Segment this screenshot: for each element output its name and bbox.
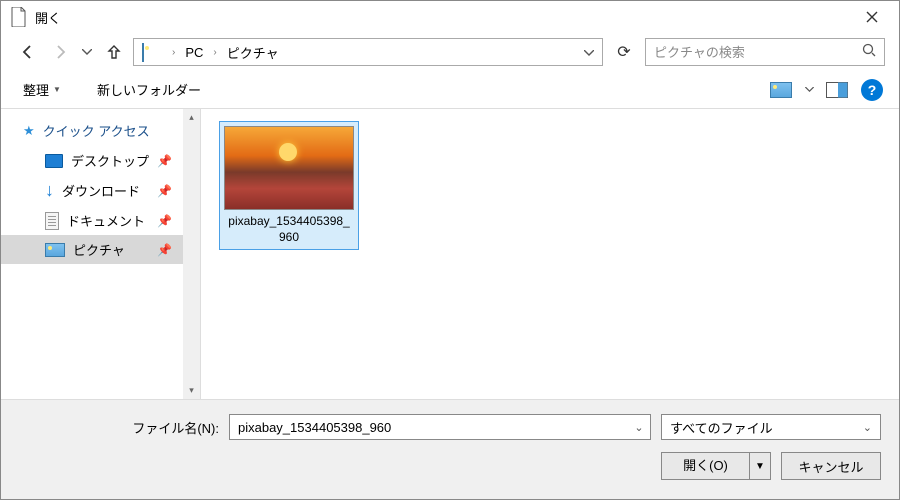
search-box[interactable] [645,38,885,66]
organize-menu[interactable]: 整理 ▼ [17,76,67,103]
pin-icon: 📌 [157,214,172,228]
file-icon [11,7,27,27]
star-icon: ★ [23,123,35,139]
chevron-down-icon: ▼ [53,85,61,94]
file-thumbnail[interactable]: pixabay_1534405398_960 [219,121,359,250]
file-type-filter[interactable]: すべてのファイル ⌄ [661,414,881,440]
close-button[interactable] [849,1,895,33]
sidebar-quick-access[interactable]: ★ クイック アクセス [1,115,200,146]
back-button[interactable] [15,39,41,65]
breadcrumb-pc[interactable]: PC [181,43,207,62]
address-dropdown[interactable] [580,43,598,61]
filename-input[interactable] [230,420,628,435]
open-split-dropdown[interactable]: ▼ [750,461,770,472]
recent-dropdown[interactable] [79,39,95,65]
sidebar-item-label: ダウンロード [62,181,140,200]
scroll-up-arrow[interactable]: ▴ [183,109,200,126]
sidebar-scrollbar[interactable]: ▴ ▾ [183,109,200,399]
filename-combobox[interactable]: ⌄ [229,414,651,440]
navigation-pane: ★ クイック アクセス デスクトップ 📌 ↓ ダウンロード 📌 ドキュメント 📌… [1,109,201,399]
chevron-right-icon: › [211,47,218,58]
chevron-down-icon: ⌄ [863,421,872,434]
window-title: 開く [35,8,849,27]
open-button[interactable]: 開く(O) ▼ [661,452,771,480]
filename-dropdown[interactable]: ⌄ [628,421,650,434]
preview-pane-button[interactable] [823,78,851,102]
file-list[interactable]: pixabay_1534405398_960 [201,109,899,399]
view-mode-dropdown[interactable] [801,78,817,102]
sidebar-item-downloads[interactable]: ↓ ダウンロード 📌 [1,175,200,206]
pin-icon: 📌 [157,154,172,168]
pin-icon: 📌 [157,243,172,257]
pictures-icon [45,243,65,257]
up-button[interactable] [101,39,127,65]
cancel-button[interactable]: キャンセル [781,452,881,480]
help-button[interactable]: ? [861,79,883,101]
thumbnail-image [224,126,354,210]
scroll-down-arrow[interactable]: ▾ [183,382,200,399]
pictures-folder-icon [142,44,162,60]
forward-button[interactable] [47,39,73,65]
address-bar[interactable]: › PC › ピクチャ [133,38,603,66]
sidebar-item-label: デスクトップ [71,151,149,170]
view-mode-button[interactable] [767,78,795,102]
sidebar-item-documents[interactable]: ドキュメント 📌 [1,206,200,235]
pin-icon: 📌 [157,184,172,198]
document-icon [45,212,59,230]
search-input[interactable] [654,45,862,60]
sidebar-item-desktop[interactable]: デスクトップ 📌 [1,146,200,175]
download-icon: ↓ [45,180,54,201]
sidebar-item-label: ピクチャ [73,240,125,259]
sidebar-item-label: ドキュメント [67,211,145,230]
new-folder-button[interactable]: 新しいフォルダー [91,76,207,103]
refresh-button[interactable]: ⟳ [609,38,639,66]
desktop-icon [45,154,63,168]
search-icon[interactable] [862,43,876,62]
filename-label: ファイル名(N): [19,418,219,437]
breadcrumb-pictures[interactable]: ピクチャ [223,41,283,64]
sidebar-item-pictures[interactable]: ピクチャ 📌 [1,235,200,264]
file-name: pixabay_1534405398_960 [224,210,354,245]
chevron-right-icon: › [170,47,177,58]
